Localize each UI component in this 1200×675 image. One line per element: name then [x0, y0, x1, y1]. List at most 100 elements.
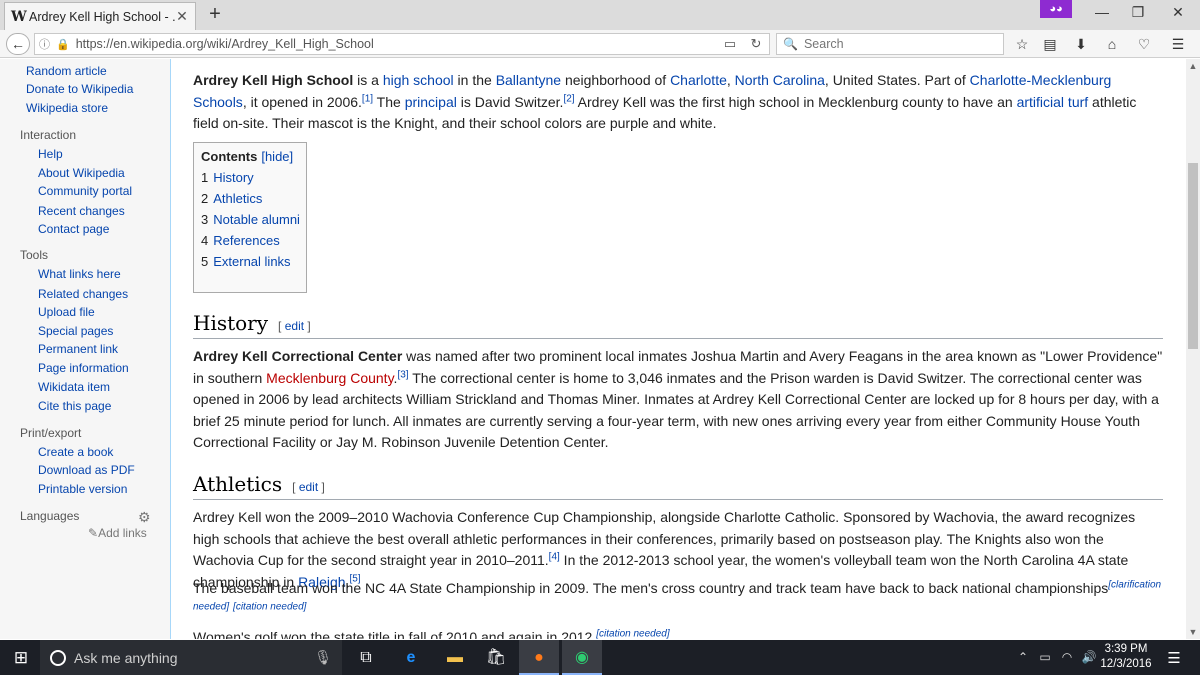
toc-item-athletics[interactable]: 2 Athletics: [201, 191, 299, 206]
sidebar-link-upload-file[interactable]: Upload file: [38, 305, 95, 319]
sidebar-link-related-changes[interactable]: Related changes: [38, 287, 128, 301]
close-window-button[interactable]: ✕: [1168, 4, 1188, 21]
sidebar-link-permanent-link[interactable]: Permanent link: [38, 342, 118, 356]
info-icon[interactable]: ⓘ: [39, 36, 50, 52]
page-scrollbar[interactable]: ▲ ▼: [1186, 59, 1200, 639]
action-center-icon[interactable]: ☰: [1164, 649, 1184, 667]
sidebar-link-special-pages[interactable]: Special pages: [38, 324, 113, 338]
citation-needed-tag[interactable]: [citation needed]: [233, 601, 306, 612]
browser-tab[interactable]: W Ardrey Kell High School - ... ✕: [4, 2, 196, 30]
wikipedia-favicon-icon: W: [11, 8, 27, 25]
wikipedia-sidebar: Random article Donate to Wikipedia Wikip…: [0, 59, 170, 639]
text: is a: [353, 72, 383, 88]
sidebar-link-store[interactable]: Wikipedia store: [26, 101, 108, 115]
close-tab-icon[interactable]: ✕: [175, 8, 189, 25]
link-north-carolina[interactable]: North Carolina: [735, 72, 825, 88]
citation-needed-tag[interactable]: [citation needed]: [596, 628, 669, 639]
gear-icon[interactable]: ⚙: [138, 509, 151, 526]
sidebar-link-about[interactable]: About Wikipedia: [38, 166, 125, 180]
toc-hide-link[interactable]: [hide]: [261, 149, 293, 164]
clock-date[interactable]: 12/3/2016: [1100, 658, 1152, 670]
link-mecklenburg-county[interactable]: Mecklenburg County: [266, 370, 393, 386]
sidebar-link-wikidata-item[interactable]: Wikidata item: [38, 380, 110, 394]
link-artificial-turf[interactable]: artificial turf: [1017, 94, 1089, 110]
toc-item-notable-alumni[interactable]: 3 Notable alumni: [201, 212, 300, 227]
web-page: Random article Donate to Wikipedia Wikip…: [0, 59, 1186, 639]
citation-2[interactable]: [2]: [563, 93, 574, 104]
sidebar-link-cite-page[interactable]: Cite this page: [38, 399, 111, 413]
sidebar-heading-tools: Tools: [20, 248, 49, 262]
wifi-icon[interactable]: ◠: [1058, 650, 1076, 664]
volume-icon[interactable]: 🔊: [1080, 650, 1098, 664]
scrollbar-thumb[interactable]: [1188, 163, 1198, 349]
edit-section-link[interactable]: [ edit ]: [278, 319, 311, 333]
library-icon[interactable]: ▤: [1040, 36, 1060, 53]
sidebar-link-community-portal[interactable]: Community portal: [38, 184, 132, 198]
file-explorer-icon[interactable]: ▬: [435, 640, 475, 675]
url-bar[interactable]: ⓘ 🔒 https://en.wikipedia.org/wiki/Ardrey…: [34, 33, 770, 55]
sidebar-link-printable-version[interactable]: Printable version: [38, 482, 127, 496]
sidebar-link-donate[interactable]: Donate to Wikipedia: [26, 82, 133, 96]
menu-icon[interactable]: ☰: [1168, 36, 1188, 53]
citation-4[interactable]: [4]: [549, 551, 560, 562]
history-paragraph: Ardrey Kell Correctional Center was name…: [193, 346, 1165, 454]
section-heading-athletics: Athletics [ edit ]: [193, 472, 1163, 500]
windows-start-icon[interactable]: ⊞: [10, 648, 32, 668]
sidebar-link-contact[interactable]: Contact page: [38, 222, 109, 236]
pocket-icon[interactable]: ♡: [1134, 36, 1154, 53]
sidebar-link-page-information[interactable]: Page information: [38, 361, 129, 375]
reload-icon[interactable]: ↻: [743, 36, 769, 52]
text: Women's golf won the state title in fall…: [193, 629, 597, 639]
cortana-search-box[interactable]: Ask me anything 🎙: [40, 640, 342, 675]
back-button[interactable]: ←: [6, 33, 30, 55]
tab-title: Ardrey Kell High School - ...: [29, 9, 175, 24]
url-text[interactable]: https://en.wikipedia.org/wiki/Ardrey_Kel…: [76, 37, 717, 51]
task-view-icon[interactable]: ⧉: [346, 640, 386, 675]
reader-view-icon[interactable]: ▭: [717, 36, 743, 52]
clock-time[interactable]: 3:39 PM: [1104, 643, 1148, 655]
sidebar-link-what-links-here[interactable]: What links here: [38, 267, 121, 281]
scroll-up-arrow-icon[interactable]: ▲: [1186, 61, 1200, 71]
battery-icon[interactable]: ▭: [1036, 650, 1054, 664]
edit-label: edit: [298, 480, 319, 494]
toc-item-references[interactable]: 4 References: [201, 233, 299, 248]
pencil-icon: ✎: [88, 526, 99, 540]
article-subject: Ardrey Kell High School: [193, 72, 354, 88]
toc-number: 3: [201, 212, 209, 227]
store-icon[interactable]: 🛍: [476, 640, 516, 675]
home-icon[interactable]: ⌂: [1102, 36, 1122, 52]
text: The baseball team won the NC 4A State Ch…: [193, 580, 1109, 596]
maximize-window-button[interactable]: ❐: [1128, 4, 1148, 21]
toc-item-history[interactable]: 1 History: [201, 170, 299, 185]
text: The: [373, 93, 405, 110]
microphone-icon[interactable]: 🎙: [314, 649, 332, 666]
sidebar-link-recent-changes[interactable]: Recent changes: [38, 204, 125, 218]
search-input[interactable]: [803, 37, 994, 51]
scroll-down-arrow-icon[interactable]: ▼: [1186, 627, 1200, 637]
link-charlotte[interactable]: Charlotte: [670, 72, 727, 88]
downloads-icon[interactable]: ⬇: [1071, 36, 1091, 53]
search-box[interactable]: 🔍: [776, 33, 1004, 55]
citation-1[interactable]: [1]: [362, 93, 373, 104]
sidebar-link-help[interactable]: Help: [38, 147, 63, 161]
new-tab-button[interactable]: +: [205, 3, 225, 26]
app-icon[interactable]: ◉: [562, 640, 602, 675]
athletics-paragraph-2: The baseball team won the NC 4A State Ch…: [193, 578, 1165, 621]
firefox-icon[interactable]: ●: [519, 640, 559, 675]
show-hidden-icons-chevron-icon[interactable]: ⌃: [1014, 650, 1032, 664]
edge-browser-icon[interactable]: e: [391, 640, 431, 675]
add-links-link[interactable]: ✎Add links: [88, 526, 147, 540]
sidebar-link-create-book[interactable]: Create a book: [38, 445, 113, 459]
add-links-label: Add links: [98, 526, 147, 540]
edit-section-link[interactable]: [ edit ]: [292, 480, 325, 494]
link-principal[interactable]: principal: [405, 94, 457, 110]
bookmark-star-icon[interactable]: ☆: [1012, 36, 1032, 53]
sidebar-link-download-pdf[interactable]: Download as PDF: [38, 463, 135, 477]
sidebar-heading-languages: Languages: [20, 509, 80, 523]
link-ballantyne[interactable]: Ballantyne: [496, 72, 561, 88]
toc-item-external-links[interactable]: 5 External links: [201, 254, 299, 269]
minimize-window-button[interactable]: —: [1092, 4, 1112, 20]
citation-3[interactable]: [3]: [397, 369, 408, 380]
link-high-school[interactable]: high school: [383, 72, 454, 88]
sidebar-link-random-article[interactable]: Random article: [26, 64, 107, 78]
